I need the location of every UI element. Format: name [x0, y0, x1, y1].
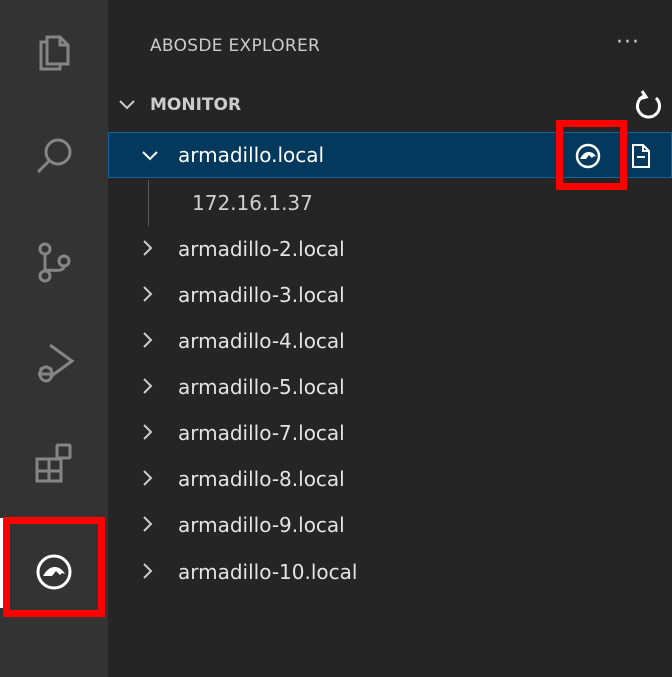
tree-row-child[interactable]: 172.16.1.37 — [108, 180, 672, 226]
tree-row-device[interactable]: armadillo-5.local — [108, 364, 672, 410]
chevron-right-icon — [143, 332, 153, 348]
device-label: armadillo-9.local — [178, 513, 345, 537]
abosde-connect-icon[interactable] — [573, 141, 603, 171]
new-file-icon[interactable] — [628, 142, 654, 170]
tree-row-device[interactable]: armadillo-10.local — [108, 549, 672, 595]
chevron-right-icon — [143, 563, 153, 579]
device-address: 172.16.1.37 — [192, 191, 313, 215]
search-icon[interactable] — [0, 116, 108, 196]
source-control-icon[interactable] — [0, 222, 108, 302]
tree-row-device[interactable]: armadillo-7.local — [108, 410, 672, 456]
chevron-right-icon — [143, 470, 153, 486]
chevron-down-icon — [142, 151, 158, 161]
section-title: MONITOR — [150, 95, 242, 115]
chevron-right-icon — [143, 516, 153, 532]
sidebar: ABOSDE EXPLORER ··· MONITOR armadillo.lo… — [108, 0, 672, 677]
device-label: armadillo-7.local — [178, 421, 345, 445]
chevron-right-icon — [143, 286, 153, 302]
tree-row-device[interactable]: armadillo-8.local — [108, 456, 672, 502]
activity-bar — [0, 0, 108, 677]
chevron-right-icon — [143, 378, 153, 394]
tree-row-device[interactable]: armadillo-4.local — [108, 318, 672, 364]
device-label: armadillo-10.local — [178, 560, 358, 584]
tree-row-device[interactable]: armadillo-9.local — [108, 502, 672, 548]
device-label: armadillo-3.local — [178, 283, 345, 307]
device-label: armadillo-5.local — [178, 375, 345, 399]
tree-row-device[interactable]: armadillo-2.local — [108, 226, 672, 272]
tree-row-device[interactable]: armadillo.local — [108, 132, 672, 178]
tree-row-device[interactable]: armadillo-3.local — [108, 272, 672, 318]
chevron-down-icon — [119, 100, 135, 110]
indent-guide — [148, 180, 149, 226]
abosde-icon[interactable] — [0, 532, 108, 612]
extensions-icon[interactable] — [0, 422, 108, 502]
device-label: armadillo-8.local — [178, 467, 345, 491]
chevron-right-icon — [143, 424, 153, 440]
chevron-right-icon — [143, 240, 153, 256]
sidebar-title: ABOSDE EXPLORER — [150, 36, 321, 56]
refresh-icon[interactable] — [634, 88, 664, 122]
run-debug-icon[interactable] — [0, 322, 108, 402]
device-label: armadillo-2.local — [178, 237, 345, 261]
more-actions-button[interactable]: ··· — [616, 30, 640, 55]
device-label: armadillo-4.local — [178, 329, 345, 353]
files-icon[interactable] — [0, 10, 108, 90]
device-label: armadillo.local — [178, 143, 325, 167]
monitor-section-header[interactable]: MONITOR — [108, 84, 672, 128]
